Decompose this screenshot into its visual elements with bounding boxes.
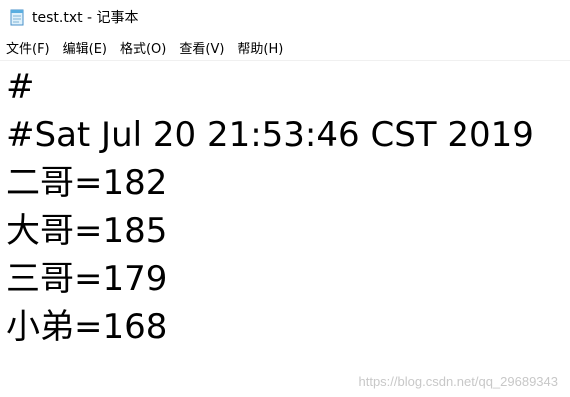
text-line: #Sat Jul 20 21:53:46 CST 2019 [6,115,534,155]
menu-view[interactable]: 查看(V) [173,36,230,59]
menu-edit[interactable]: 编辑(E) [57,36,113,59]
window-title: test.txt - 记事本 [32,10,139,26]
text-line: 二哥=182 [6,163,168,203]
text-line: 三哥=179 [6,259,168,299]
notepad-icon [8,8,26,26]
text-line: 小弟=168 [6,307,168,347]
menu-format[interactable]: 格式(O) [114,36,172,59]
watermark: https://blog.csdn.net/qq_29689343 [358,374,559,389]
text-line: # [6,67,35,107]
menu-bar: 文件(F) 编辑(E) 格式(O) 查看(V) 帮助(H) [0,34,570,61]
text-line: 大哥=185 [6,211,168,251]
text-editor[interactable]: # #Sat Jul 20 21:53:46 CST 2019 二哥=182 大… [0,63,570,397]
title-bar[interactable]: test.txt - 记事本 [0,0,570,34]
menu-file[interactable]: 文件(F) [0,36,56,59]
notepad-window: test.txt - 记事本 文件(F) 编辑(E) 格式(O) 查看(V) 帮… [0,0,570,397]
menu-help[interactable]: 帮助(H) [231,36,289,59]
